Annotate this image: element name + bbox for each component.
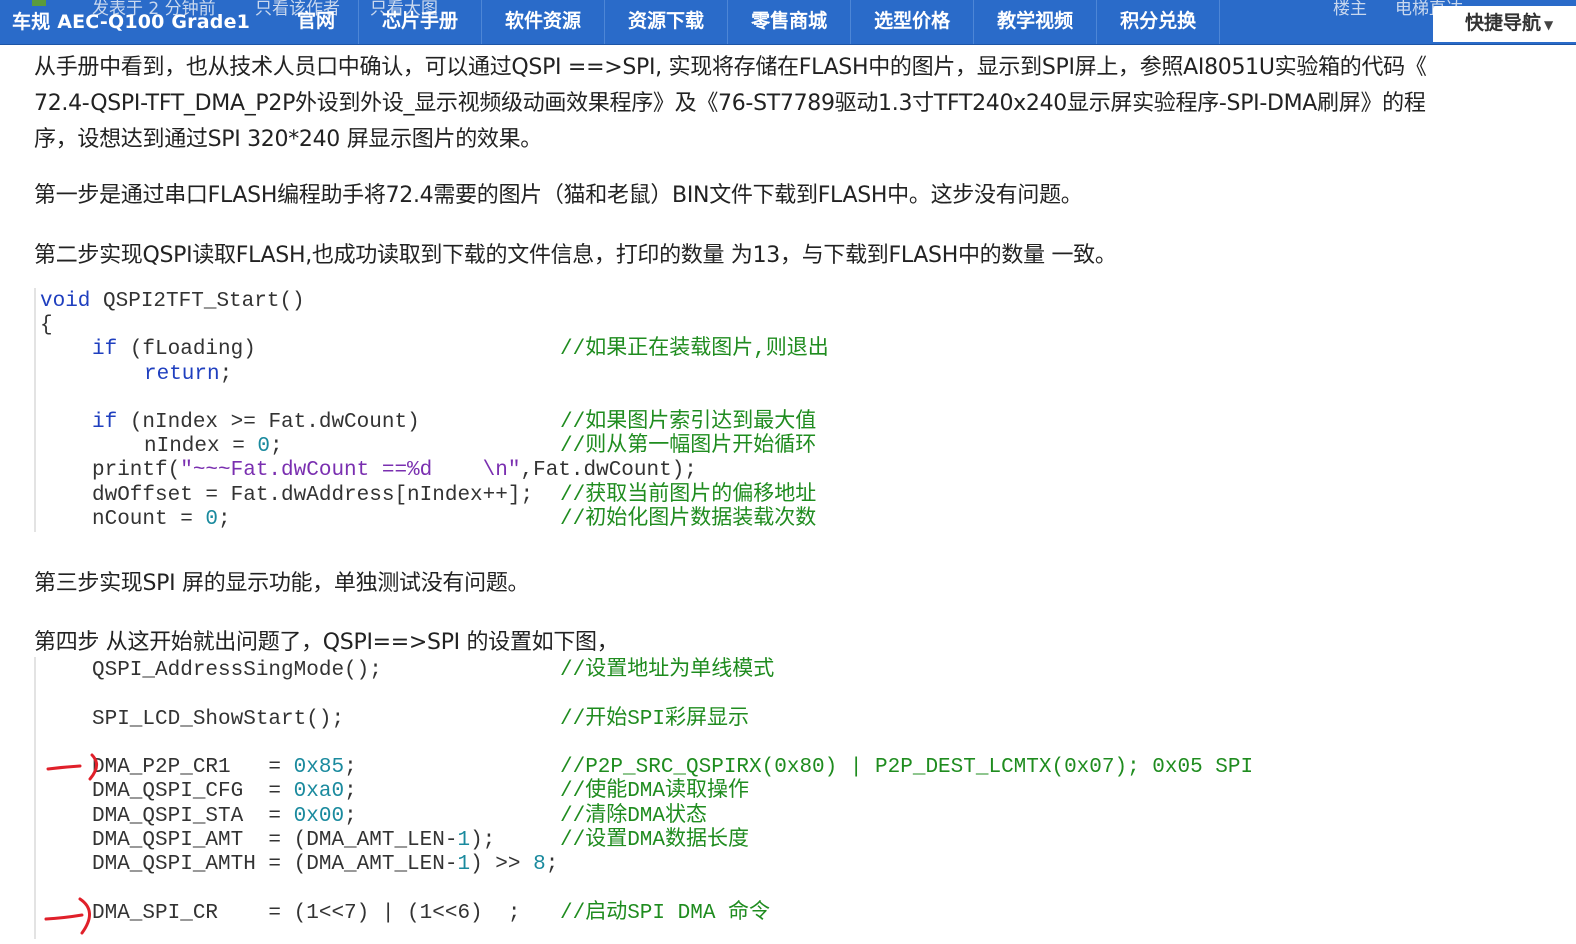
- code-line: void QSPI2TFT_Start(): [40, 290, 305, 313]
- code-line: DMA_P2P_CR1 = 0x85;: [92, 756, 357, 779]
- code-comment: //使能DMA读取操作: [560, 780, 750, 803]
- quick-nav-button[interactable]: 快捷导航 ▼: [1433, 6, 1576, 42]
- code-comment: //获取当前图片的偏移地址: [560, 484, 817, 507]
- code-line: DMA_QSPI_STA = 0x00;: [92, 805, 357, 828]
- post-intro-line: 从手册中看到，也从技术人员口中确认，可以通过QSPI ==>SPI, 实现将存储…: [34, 55, 1427, 80]
- online-status-icon: [32, 0, 46, 6]
- code-line: DMA_QSPI_CFG = 0xa0;: [92, 780, 357, 803]
- nav-item-chip-manual[interactable]: 芯片手册: [359, 0, 483, 44]
- main-nav-menu: 官网 芯片手册 软件资源 资源下载 零售商城 选型价格 教学视频 积分兑换: [274, 0, 1221, 44]
- code-comment: //P2P_SRC_QSPIRX(0x80) | P2P_DEST_LCMTX(…: [560, 756, 1254, 779]
- code-image-qspi-spi-setup: QSPI_AddressSingMode(); SPI_LCD_ShowStar…: [34, 657, 1336, 939]
- code-line: SPI_LCD_ShowStart();: [92, 708, 345, 731]
- code-line: DMA_QSPI_AMT = (DMA_AMT_LEN-1);: [92, 829, 496, 852]
- nav-item-software[interactable]: 软件资源: [482, 0, 606, 44]
- brand-link[interactable]: 车规 AEC-Q100 Grade1: [12, 7, 250, 34]
- nav-item-retail-store[interactable]: 零售商城: [728, 0, 852, 44]
- floor-owner-ghost: 楼主: [1333, 0, 1367, 19]
- nav-item-official-site[interactable]: 官网: [274, 0, 360, 44]
- post-paragraph-step4: 第四步 从这开始就出问题了，QSPI==>SPI 的设置如下图，: [34, 630, 619, 655]
- red-arrow-annotation-icon: [46, 753, 98, 781]
- code-comment: //启动SPI DMA 命令: [560, 902, 771, 925]
- code-comment: //初始化图片数据装载次数: [560, 508, 817, 531]
- quick-nav-label: 快捷导航: [1465, 12, 1542, 34]
- post-intro-line: 序，设想达到通过SPI 320*240 屏显示图片的效果。: [34, 127, 542, 152]
- post-intro-line: 72.4-QSPI-TFT_DMA_P2P外设到外设_显示视频级动画效果程序》及…: [34, 91, 1426, 116]
- code-comment: //清除DMA状态: [560, 805, 708, 828]
- red-arrow-annotation-icon: [44, 897, 91, 935]
- code-comment: //则从第一幅图片开始循环: [560, 435, 817, 458]
- code-line: DMA_SPI_CR = (1<<7) | (1<<6) ;: [92, 902, 521, 925]
- nav-item-downloads[interactable]: 资源下载: [605, 0, 729, 44]
- code-comment: //设置DMA数据长度: [560, 829, 750, 852]
- post-paragraph-step2: 第二步实现QSPI读取FLASH,也成功读取到下载的文件信息，打印的数量 为13…: [34, 243, 1117, 268]
- code-line: if (fLoading): [92, 338, 256, 361]
- code-line: printf("~~~Fat.dwCount ==%d \n",Fat.dwCo…: [92, 459, 697, 482]
- chevron-down-icon: ▼: [1544, 18, 1554, 32]
- code-line: {: [40, 314, 53, 337]
- post-paragraph-intro: 从手册中看到，也从技术人员口中确认，可以通过QSPI ==>SPI, 实现将存储…: [34, 50, 1427, 158]
- code-line: DMA_QSPI_AMTH = (DMA_AMT_LEN-1) >> 8;: [92, 853, 559, 876]
- code-line: if (nIndex >= Fat.dwCount): [92, 411, 420, 434]
- code-line: nCount = 0;: [92, 508, 231, 531]
- code-comment: //如果正在装载图片,则退出: [560, 338, 829, 361]
- nav-item-points-exchange[interactable]: 积分兑换: [1097, 0, 1221, 44]
- code-comment: //开始SPI彩屏显示: [560, 708, 750, 731]
- post-paragraph-step1: 第一步是通过串口FLASH编程助手将72.4需要的图片（猫和老鼠）BIN文件下载…: [34, 183, 1083, 208]
- code-comment: //如果图片索引达到最大值: [560, 411, 817, 434]
- code-line: return;: [144, 363, 233, 386]
- nav-item-teaching-videos[interactable]: 教学视频: [974, 0, 1098, 44]
- code-line: QSPI_AddressSingMode();: [92, 659, 382, 682]
- code-line: dwOffset = Fat.dwAddress[nIndex++];: [92, 484, 534, 507]
- code-image-qspi2tft-start: void QSPI2TFT_Start() { if (fLoading) re…: [34, 288, 1336, 532]
- nav-item-selection-price[interactable]: 选型价格: [851, 0, 975, 44]
- code-comment: //设置地址为单线模式: [560, 659, 775, 682]
- code-line: nIndex = 0;: [144, 435, 283, 458]
- top-nav-bar: 发表于 2 分钟前 只看该作者 只看大图 楼主 电梯直达 车规 AEC-Q100…: [0, 0, 1576, 45]
- post-paragraph-step3: 第三步实现SPI 屏的显示功能，单独测试没有问题。: [34, 571, 530, 596]
